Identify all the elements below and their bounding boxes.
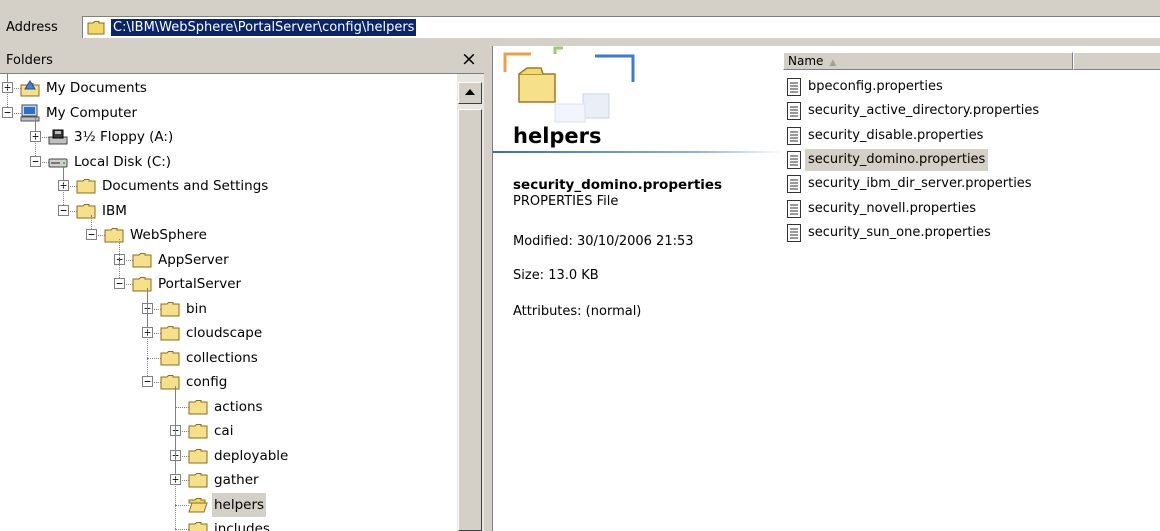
- folder-icon: [104, 228, 124, 243]
- folder-icon: [160, 326, 180, 341]
- file-name: security_active_directory.properties: [808, 103, 1040, 119]
- tree-item-label: WebSphere: [130, 227, 207, 243]
- tree-item-label: bin: [186, 300, 207, 317]
- tree-item-label: helpers: [212, 492, 267, 517]
- file-name: bpeconfig.properties: [808, 79, 943, 94]
- folder-banner-icon: [503, 46, 635, 123]
- tree-item-label: Documents and Settings: [102, 178, 269, 194]
- file-name: security_sun_one.properties: [808, 224, 991, 240]
- collapse-icon[interactable]: −: [2, 106, 13, 118]
- tree-connector-line: [147, 288, 148, 382]
- list-header: Name ▲: [783, 52, 1160, 70]
- address-input[interactable]: C:\IBM\WebSphere\PortalServer\config\hel…: [82, 16, 1160, 38]
- file-name: security_ibm_dir_server.properties: [808, 176, 1032, 192]
- tree-connector-line: [175, 406, 189, 408]
- pane-splitter[interactable]: [484, 46, 492, 531]
- collapse-icon[interactable]: −: [142, 376, 153, 387]
- properties-file-icon: [787, 150, 801, 169]
- tree-item-label: gather: [214, 472, 259, 488]
- address-path[interactable]: C:\IBM\WebSphere\PortalServer\config\hel…: [111, 19, 417, 36]
- collapse-icon[interactable]: −: [86, 229, 97, 240]
- tree-item-label: cloudscape: [186, 325, 263, 341]
- tree-item-label: includes: [214, 521, 270, 531]
- selected-file-name: security_domino.properties: [513, 177, 723, 193]
- address-bar: Address C:\IBM\WebSphere\PortalServer\co…: [0, 0, 1160, 44]
- column-header-name[interactable]: Name ▲: [783, 52, 1073, 70]
- tree-item-label: deployable: [214, 447, 289, 464]
- close-icon[interactable]: ×: [458, 48, 480, 70]
- folder-title: helpers: [513, 124, 602, 148]
- floppy-drive-icon: [48, 129, 68, 145]
- tree-connector-line: [175, 504, 189, 506]
- properties-file-icon: [787, 102, 801, 121]
- tree-item-label: 3½ Floppy (A:): [74, 129, 174, 145]
- tree-connector-line: [175, 529, 189, 530]
- properties-file-icon: [787, 126, 801, 145]
- folder-icon: [188, 399, 208, 414]
- folders-header: Folders ×: [0, 46, 484, 74]
- column-header-next[interactable]: [1073, 52, 1160, 70]
- tree-item-label: My Documents: [46, 80, 147, 96]
- properties-file-icon: [787, 199, 801, 218]
- folder-icon: [188, 448, 208, 463]
- title-divider: [493, 151, 783, 153]
- content-pane: helpers security_domino.properties PROPE…: [492, 46, 1160, 531]
- file-name: security_disable.properties: [808, 127, 984, 143]
- properties-file-icon: [787, 223, 801, 242]
- selected-file-type: PROPERTIES File: [513, 194, 619, 209]
- my-documents-icon: [20, 80, 40, 97]
- details-webview: helpers security_domino.properties PROPE…: [493, 46, 783, 531]
- tree-item-label: actions: [214, 398, 263, 415]
- folder-icon: [160, 301, 180, 316]
- scroll-thumb[interactable]: [458, 109, 482, 531]
- file-name: security_domino.properties: [805, 148, 989, 171]
- properties-file-icon: [787, 78, 801, 96]
- tree-item-label: config: [186, 374, 228, 390]
- folder-icon: [132, 277, 152, 292]
- folder-icon: [188, 522, 208, 531]
- file-name: security_novell.properties: [808, 200, 976, 216]
- folder-tree[interactable]: My Documents + My Computer −3½ Floppy (A:) +…: [0, 74, 457, 531]
- tree-item-label: IBM: [102, 202, 127, 219]
- collapse-icon[interactable]: −: [30, 155, 41, 167]
- folders-panel: Folders × My Documents + My Computer −3½ Fl…: [0, 46, 484, 531]
- local-disk-icon: [48, 158, 68, 167]
- column-name-label: Name: [788, 54, 824, 68]
- selected-file-size: Size: 13.0 KB: [513, 268, 599, 283]
- tree-item-label: AppServer: [158, 251, 229, 268]
- folder-icon: [160, 375, 180, 390]
- tree-item-label: collections: [186, 349, 258, 366]
- selected-file-attributes: Attributes: (normal): [513, 304, 642, 319]
- folder-icon: [132, 252, 152, 267]
- folder-icon: [188, 473, 208, 488]
- tree-connector-line: [147, 357, 161, 359]
- selected-file-modified: Modified: 30/10/2006 21:53: [513, 234, 694, 249]
- properties-file-icon: [787, 175, 801, 194]
- folder-icon: [76, 179, 96, 194]
- sort-ascending-icon: ▲: [829, 58, 837, 68]
- collapse-icon[interactable]: −: [58, 204, 69, 216]
- tree-item-label: cai: [214, 423, 234, 439]
- folder-icon: [76, 203, 96, 218]
- tree-item-label: Local Disk (C:): [74, 153, 172, 170]
- collapse-icon[interactable]: −: [114, 278, 125, 289]
- tree-item-label: My Computer: [46, 104, 138, 121]
- folder-icon: [188, 424, 208, 439]
- address-label: Address: [6, 20, 58, 35]
- scroll-up-button[interactable]: [458, 82, 482, 104]
- folder-icon: [160, 350, 180, 365]
- tree-connector-line: [175, 386, 176, 529]
- file-list[interactable]: Name ▲ bpeconfig.properties security_activ…: [783, 46, 1160, 531]
- folder-icon: [87, 21, 105, 35]
- open-folder-icon: [188, 497, 208, 512]
- vertical-scrollbar[interactable]: [457, 74, 484, 531]
- my-computer-icon: [20, 104, 40, 121]
- tree-item-label: PortalServer: [158, 276, 242, 292]
- folders-title: Folders: [6, 53, 53, 68]
